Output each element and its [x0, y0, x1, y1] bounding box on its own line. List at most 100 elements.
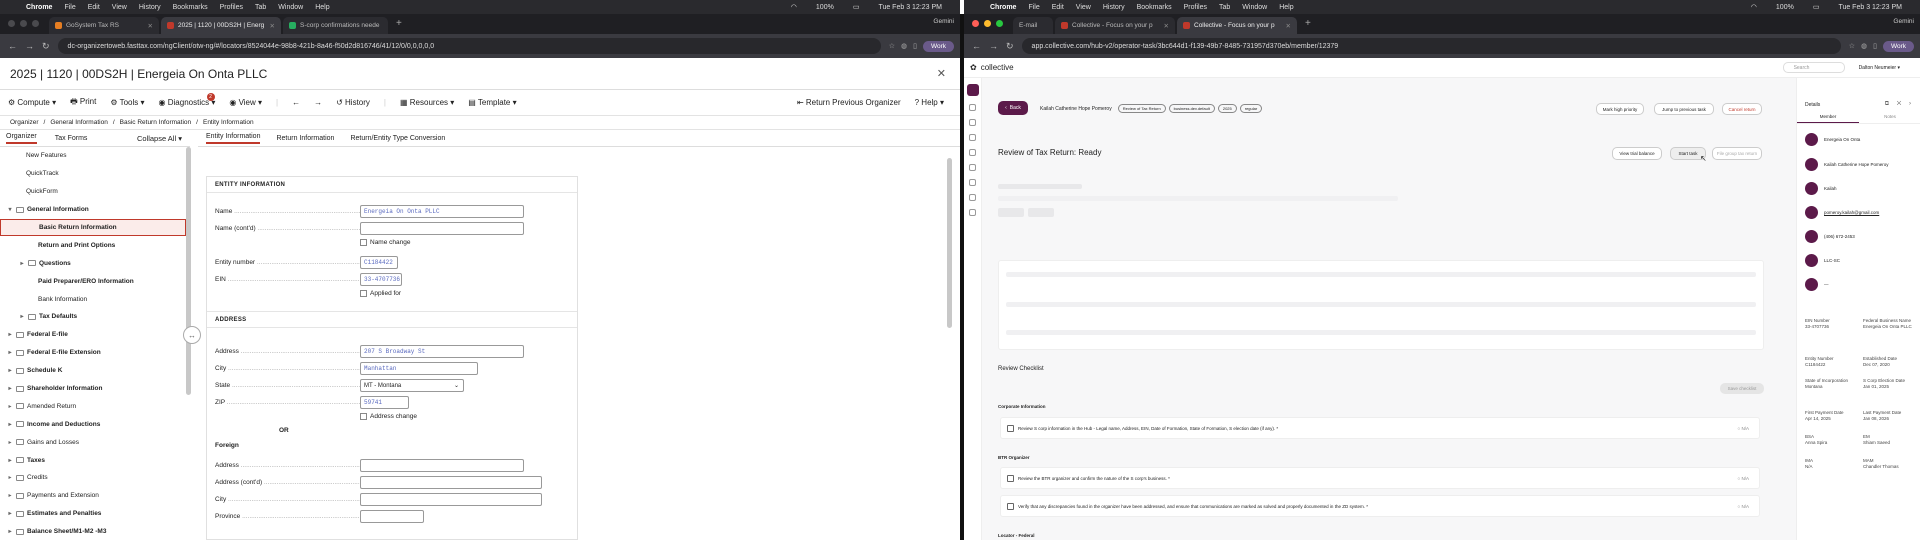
crumb-organizer[interactable]: Organizer: [10, 119, 39, 126]
view-menu[interactable]: ◉ View ▾: [229, 98, 262, 107]
sidebar-item-icon[interactable]: [969, 104, 976, 111]
chevron-right-icon[interactable]: ▸: [6, 421, 14, 428]
foreign-address-contd-field[interactable]: [360, 476, 542, 489]
menu-file[interactable]: File: [64, 4, 75, 11]
return-previous-organizer-button[interactable]: ⇤ Return Previous Organizer: [797, 98, 901, 107]
window-controls[interactable]: [8, 20, 39, 27]
sidebar-item-icon[interactable]: [969, 149, 976, 156]
tree-item[interactable]: ▸ Balance Sheet/M1-M2 -M3: [0, 523, 190, 540]
chevron-right-icon[interactable]: ▸: [6, 457, 14, 464]
save-checklist-button[interactable]: Save checklist: [1720, 383, 1764, 394]
menu-help[interactable]: Help: [315, 4, 329, 11]
chevron-right-icon[interactable]: ▸: [6, 528, 14, 535]
detail-value[interactable]: pomeroy.kailah@gmail.com: [1824, 210, 1879, 215]
new-tab-icon[interactable]: +: [1305, 18, 1311, 29]
profile-button[interactable]: Work: [1882, 40, 1914, 52]
clock[interactable]: Tue Feb 3 12:23 PM: [878, 4, 942, 11]
star-icon[interactable]: ☆: [1849, 42, 1855, 50]
na-radio[interactable]: ○ N/A: [1738, 504, 1749, 509]
chevron-right-icon[interactable]: ▸: [6, 331, 14, 338]
panel-resize-handle[interactable]: ↔: [183, 326, 201, 344]
province-field[interactable]: [360, 510, 424, 523]
sidebar-item-icon[interactable]: [969, 119, 976, 126]
chevron-right-icon[interactable]: ▸: [6, 349, 14, 356]
menu-bookmarks[interactable]: Bookmarks: [173, 4, 208, 11]
na-radio[interactable]: ○ N/A: [1738, 476, 1749, 481]
profile-button[interactable]: Work: [922, 40, 954, 52]
search-input[interactable]: Search: [1782, 62, 1845, 73]
foreign-city-field[interactable]: [360, 493, 542, 506]
back-arrow-icon[interactable]: ←: [292, 98, 300, 107]
sidebar-item-icon[interactable]: [969, 134, 976, 141]
na-radio[interactable]: ○ N/A: [1738, 426, 1749, 431]
tree-item[interactable]: ▸ Payments and Extension: [0, 487, 190, 505]
chevron-right-icon[interactable]: ▸: [6, 439, 14, 446]
menu-file[interactable]: File: [1028, 4, 1039, 11]
tree-item[interactable]: ▸ Credits: [0, 469, 190, 487]
close-tab-icon[interactable]: ✕: [270, 22, 275, 30]
mark-high-priority-button[interactable]: Mark high priority: [1596, 103, 1644, 115]
menu-profiles[interactable]: Profiles: [220, 4, 243, 11]
browser-tab-active[interactable]: Collective - Focus on your p ✕: [1177, 17, 1297, 34]
sidebar-item-icon[interactable]: [969, 179, 976, 186]
checkbox[interactable]: [1007, 424, 1014, 432]
menu-help[interactable]: Help: [1279, 4, 1293, 11]
crumb-general-information[interactable]: General Information: [50, 119, 107, 126]
back-icon[interactable]: ←: [8, 41, 17, 52]
main-scrollbar[interactable]: [947, 158, 952, 328]
menu-history[interactable]: History: [1103, 4, 1125, 11]
reload-icon[interactable]: ↻: [42, 41, 50, 52]
address-change-checkbox[interactable]: Address change: [360, 413, 417, 420]
address-field[interactable]: 207 S Broadway St: [360, 345, 524, 358]
wifi-icon[interactable]: ◠: [1751, 3, 1757, 11]
menu-tab[interactable]: Tab: [255, 4, 266, 11]
logo[interactable]: collective: [981, 63, 1014, 72]
menu-view[interactable]: View: [1076, 4, 1091, 11]
chevron-right-icon[interactable]: ▸: [18, 260, 26, 267]
user-menu[interactable]: Dalton Neumeier ▾: [1859, 65, 1900, 71]
extension-icon[interactable]: ◍: [901, 42, 907, 50]
tree-item[interactable]: Paid Preparer/ERO Information: [0, 272, 190, 290]
ein-field[interactable]: 33-4707736: [360, 273, 402, 286]
chevron-right-icon[interactable]: ▸: [6, 403, 14, 410]
window-controls[interactable]: [972, 20, 1003, 27]
menu-edit[interactable]: Edit: [1052, 4, 1064, 11]
close-icon[interactable]: ✕: [937, 67, 946, 80]
browser-tab[interactable]: Collective - Focus on your p ✕: [1055, 17, 1175, 34]
gemini-button[interactable]: Gemini: [933, 18, 954, 25]
tree-item[interactable]: ▸ Tax Defaults: [0, 308, 190, 326]
new-tab-icon[interactable]: +: [396, 18, 402, 29]
tree-item[interactable]: ▸ Schedule K: [0, 362, 190, 380]
sidebar-item-active[interactable]: [966, 84, 979, 96]
tree-item[interactable]: New Features: [0, 147, 190, 165]
tab-entity-information[interactable]: Entity Information: [206, 133, 261, 144]
browser-tab[interactable]: S-corp confirmations neede: [283, 17, 388, 34]
forward-icon[interactable]: →: [989, 41, 998, 52]
history-button[interactable]: ↺ History: [336, 98, 370, 107]
url-field[interactable]: app.collective.com/hub-v2/operator-task/…: [1021, 38, 1841, 54]
state-select[interactable]: MT - Montana ⌄: [360, 379, 464, 392]
chevron-right-icon[interactable]: ▸: [6, 385, 14, 392]
cancel-return-button[interactable]: Cancel return: [1722, 103, 1762, 115]
browser-tab-active[interactable]: 2025 | 1120 | 00DS2H | Energ ✕: [161, 17, 281, 34]
chevron-down-icon[interactable]: ▾: [6, 206, 14, 213]
menu-window[interactable]: Window: [278, 4, 303, 11]
menu-bookmarks[interactable]: Bookmarks: [1137, 4, 1172, 11]
sidepanel-icon[interactable]: ▯: [1873, 42, 1877, 50]
member-name[interactable]: Kailah Catherine Hope Pomeroy: [1040, 106, 1112, 112]
tree-item[interactable]: Bank Information: [0, 290, 190, 308]
close-tab-icon[interactable]: ✕: [1286, 22, 1291, 30]
checkbox[interactable]: [1007, 502, 1014, 510]
collapse-all-button[interactable]: Collapse All ▾: [137, 134, 182, 143]
tree-item[interactable]: ▸ Amended Return: [0, 397, 190, 415]
browser-tab[interactable]: GoSystem Tax RS ✕: [49, 17, 159, 34]
crumb-basic-return-information[interactable]: Basic Return Information: [120, 119, 192, 126]
tree-item[interactable]: ▸ Federal E-file: [0, 326, 190, 344]
reload-icon[interactable]: ↻: [1006, 41, 1014, 52]
forward-icon[interactable]: →: [25, 41, 34, 52]
chevron-right-icon[interactable]: ▸: [6, 367, 14, 374]
extension-icon[interactable]: ◍: [1861, 42, 1867, 50]
tree-item[interactable]: QuickForm: [0, 183, 190, 201]
tab-return-information[interactable]: Return Information: [276, 135, 334, 142]
diagnostics-menu[interactable]: ◉ Diagnostics ▾ 2: [159, 93, 215, 107]
